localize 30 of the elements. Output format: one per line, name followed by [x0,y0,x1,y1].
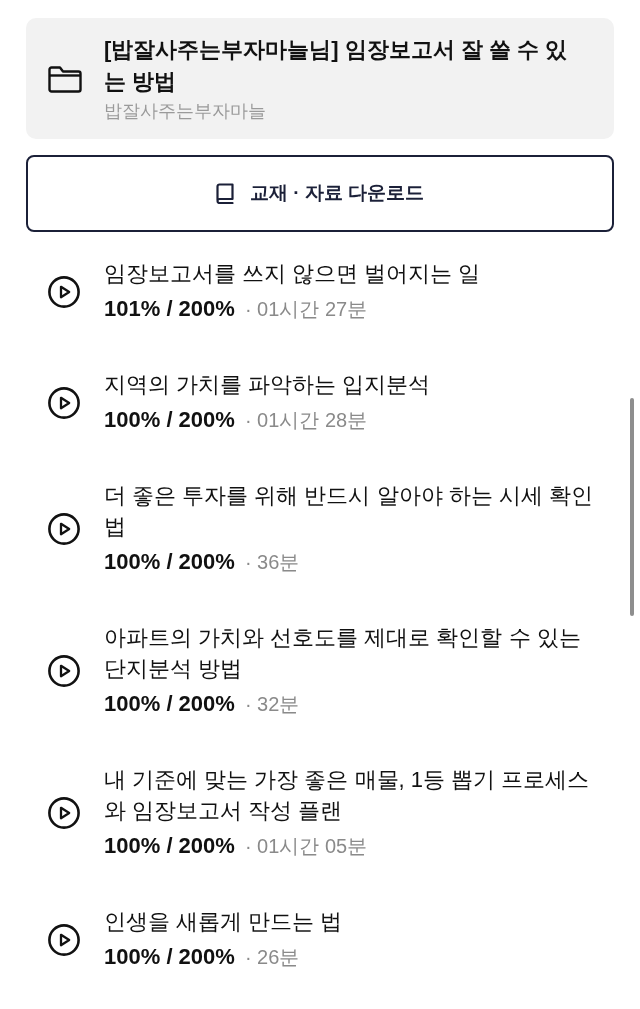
duration-text: · 26분 [244,945,300,970]
download-button[interactable]: 교재 · 자료 다운로드 [26,155,614,232]
play-icon[interactable] [48,923,80,956]
progress-text: 100% / 200% [104,548,235,576]
progress-text: 100% / 200% [104,690,235,718]
progress-text: 101% / 200% [104,295,235,323]
book-icon [215,183,234,204]
duration-text: · 01시간 28분 [244,408,368,433]
duration-text: · 36분 [244,550,300,575]
duration-text: · 01시간 27분 [244,297,368,322]
play-icon[interactable] [48,513,80,545]
lesson-title: 임장보고서를 쓰지 않으면 벌어지는 일 [104,260,482,288]
scrollbar-thumb[interactable] [630,398,634,616]
course-title: [밥잘사주는부자마늘님] 임장보고서 잘 쓸 수 있는 방법 [104,36,569,96]
progress-text: 100% / 200% [104,943,235,971]
play-icon[interactable] [48,386,80,419]
play-icon[interactable] [48,655,80,687]
lesson-title: 인생을 새롭게 만드는 법 [104,908,344,936]
course-author: 밥잘사주는부자마늘 [104,100,267,123]
progress-text: 100% / 200% [104,406,235,434]
duration-text: · 32분 [244,692,300,717]
lesson-title: 더 좋은 투자를 위해 반드시 알아야 하는 시세 확인법 [104,482,594,541]
folder-icon [48,65,82,93]
lesson-title: 내 기준에 맞는 가장 좋은 매물, 1등 뽑기 프로세스와 임장보고서 작성 플랜 [104,766,591,825]
lesson-title: 지역의 가치를 파악하는 입지분석 [104,371,432,399]
play-icon[interactable] [48,797,80,829]
duration-text: · 01시간 05분 [244,834,368,859]
play-icon[interactable] [48,275,80,308]
progress-text: 100% / 200% [104,832,235,860]
lesson-title: 아파트의 가치와 선호도를 제대로 확인할 수 있는 단지분석 방법 [104,624,582,683]
